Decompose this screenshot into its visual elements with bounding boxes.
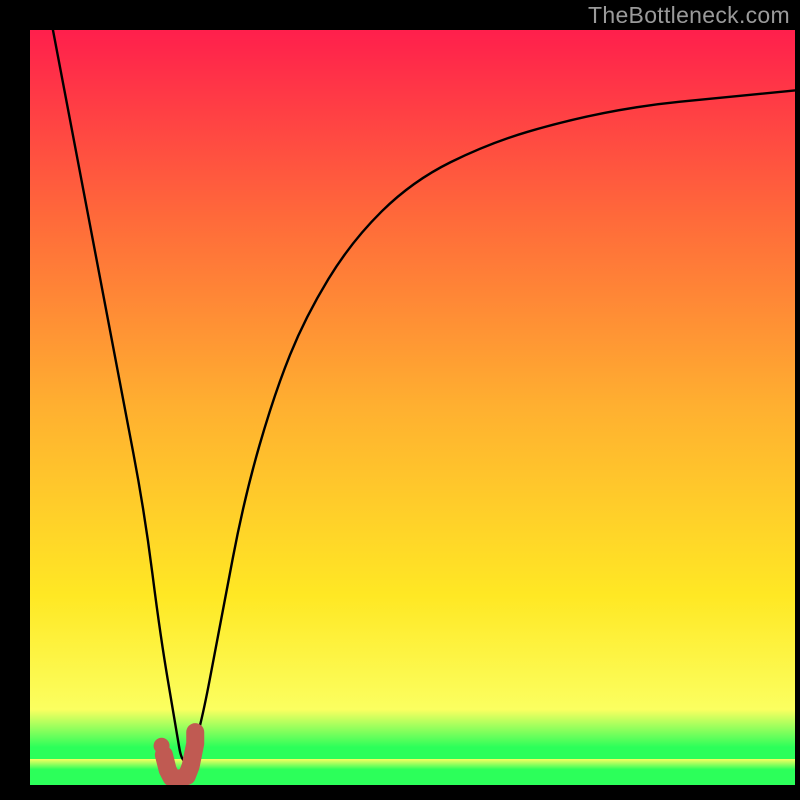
chart-overlay-svg	[30, 30, 795, 785]
plot-gradient-background	[30, 30, 795, 785]
green-baseline-band	[30, 759, 795, 785]
j-marker-dot	[154, 738, 170, 754]
bottleneck-curve	[53, 30, 795, 761]
chart-canvas: TheBottleneck.com	[0, 0, 800, 800]
watermark-text: TheBottleneck.com	[588, 2, 790, 29]
